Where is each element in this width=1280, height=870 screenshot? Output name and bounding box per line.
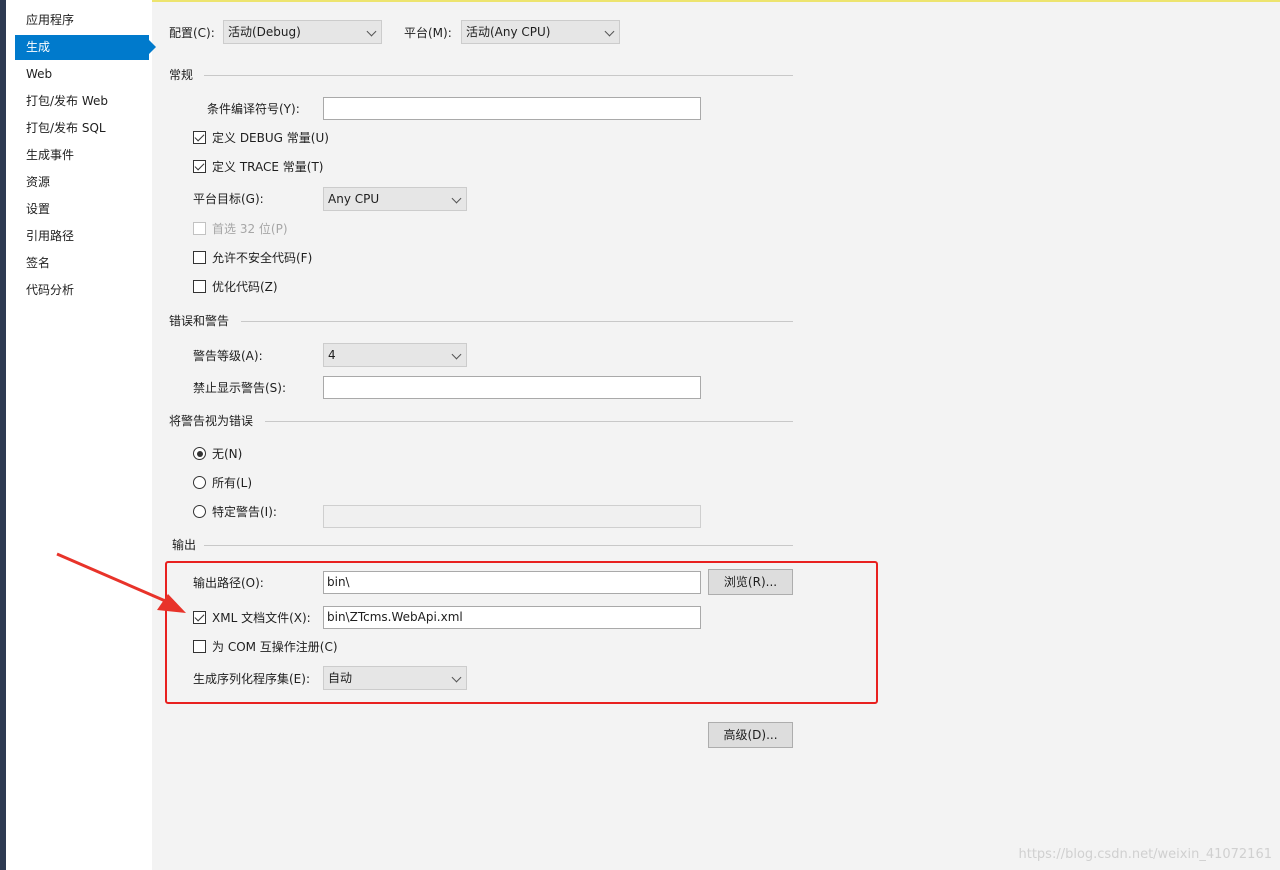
- annotation-arrow-icon: [56, 552, 186, 613]
- watermark: https://blog.csdn.net/weixin_41072161: [1018, 847, 1272, 862]
